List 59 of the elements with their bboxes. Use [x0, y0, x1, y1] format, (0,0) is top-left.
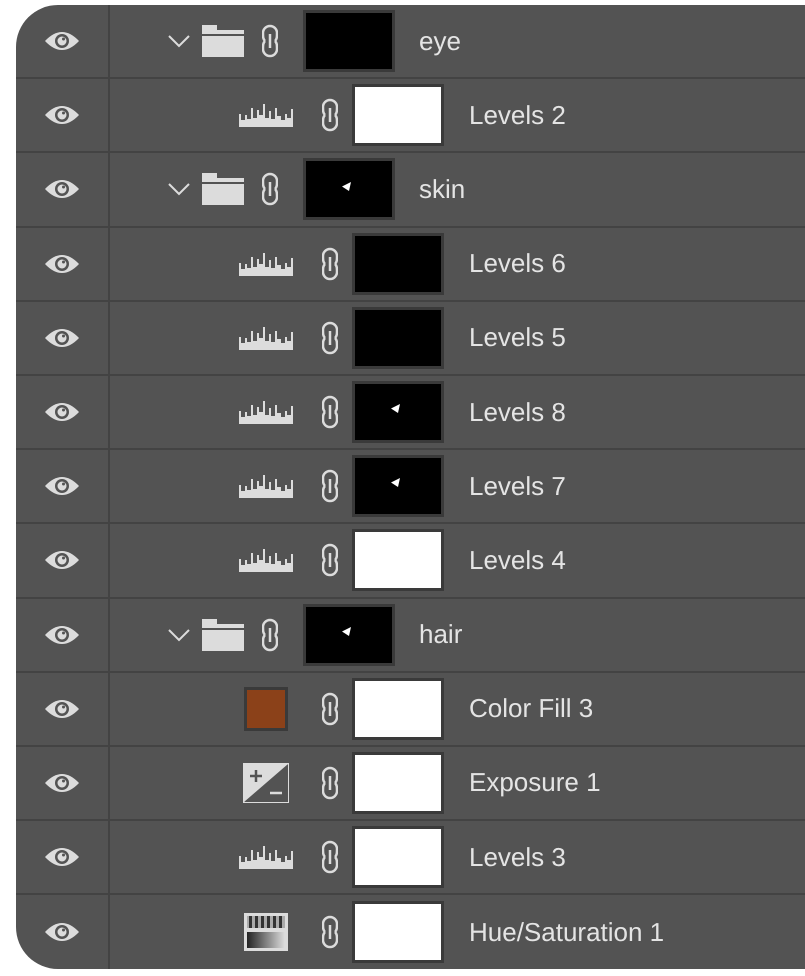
histogram-icon	[238, 324, 294, 351]
layer-row[interactable]: Color Fill 3	[16, 672, 805, 747]
layer-name: Levels 2	[469, 100, 566, 131]
chevron-icon[interactable]	[167, 182, 191, 196]
layer-row[interactable]: Levels 2	[16, 79, 805, 154]
layer-row[interactable]: Levels 6	[16, 228, 805, 302]
layer-mask-thumbnail[interactable]	[352, 306, 444, 369]
layer-row[interactable]: eye	[16, 5, 805, 80]
layer-name: Levels 7	[469, 470, 566, 502]
layer-row[interactable]: hair	[16, 598, 805, 673]
chevron-icon[interactable]	[167, 34, 191, 48]
layer-name: Hue/Saturation 1	[469, 916, 664, 948]
exposure-icon	[243, 762, 289, 803]
hue-saturation-icon	[243, 912, 289, 952]
layer-name: Levels 5	[469, 322, 566, 354]
layer-mask-thumbnail[interactable]	[352, 381, 444, 444]
mask-speck-icon	[342, 626, 352, 636]
folder-icon	[201, 172, 245, 206]
mask-speck-icon	[391, 404, 400, 414]
layer-row[interactable]: Hue/Saturation 1	[16, 895, 805, 970]
layer-row[interactable]: Levels 7	[16, 450, 805, 524]
histogram-icon	[238, 102, 294, 128]
layer-row[interactable]: Levels 8	[16, 376, 805, 450]
layer-name: Levels 8	[469, 396, 566, 428]
layer-mask-thumbnail[interactable]	[303, 10, 395, 72]
layer-row[interactable]: Levels 4	[16, 524, 805, 598]
layer-row[interactable]: Levels 5	[16, 302, 805, 376]
layer-name: Levels 4	[469, 544, 566, 576]
histogram-icon	[238, 473, 294, 500]
color-swatch[interactable]	[244, 686, 288, 731]
layer-name: Exposure 1	[469, 767, 601, 798]
layer-mask-thumbnail[interactable]	[303, 604, 395, 666]
layer-mask-thumbnail[interactable]	[352, 901, 444, 964]
layer-name: skin	[419, 174, 466, 205]
histogram-icon	[238, 250, 294, 277]
layer-name: Color Fill 3	[469, 693, 594, 724]
layer-mask-thumbnail[interactable]	[352, 455, 444, 518]
layer-mask-thumbnail[interactable]	[352, 232, 444, 295]
histogram-icon	[238, 547, 294, 574]
histogram-icon	[238, 844, 294, 870]
layer-name: eye	[419, 26, 461, 57]
histogram-icon	[238, 399, 294, 426]
folder-icon	[201, 24, 245, 58]
layer-mask-thumbnail[interactable]	[352, 678, 444, 740]
layer-mask-thumbnail[interactable]	[352, 84, 444, 146]
layer-row[interactable]: Exposure 1	[16, 746, 805, 822]
layer-row[interactable]: skin	[16, 153, 805, 228]
layer-mask-thumbnail[interactable]	[352, 826, 444, 888]
mask-speck-icon	[342, 182, 352, 191]
layer-mask-thumbnail[interactable]	[352, 752, 444, 814]
layer-name: Levels 6	[469, 248, 566, 280]
chevron-icon[interactable]	[167, 628, 191, 642]
layer-row[interactable]: Levels 3	[16, 821, 805, 896]
layer-mask-thumbnail[interactable]	[303, 158, 395, 220]
mask-speck-icon	[391, 478, 400, 488]
folder-icon	[201, 618, 245, 652]
layer-mask-thumbnail[interactable]	[352, 529, 444, 592]
layer-name: Levels 3	[469, 842, 566, 873]
layer-name: hair	[419, 619, 462, 650]
